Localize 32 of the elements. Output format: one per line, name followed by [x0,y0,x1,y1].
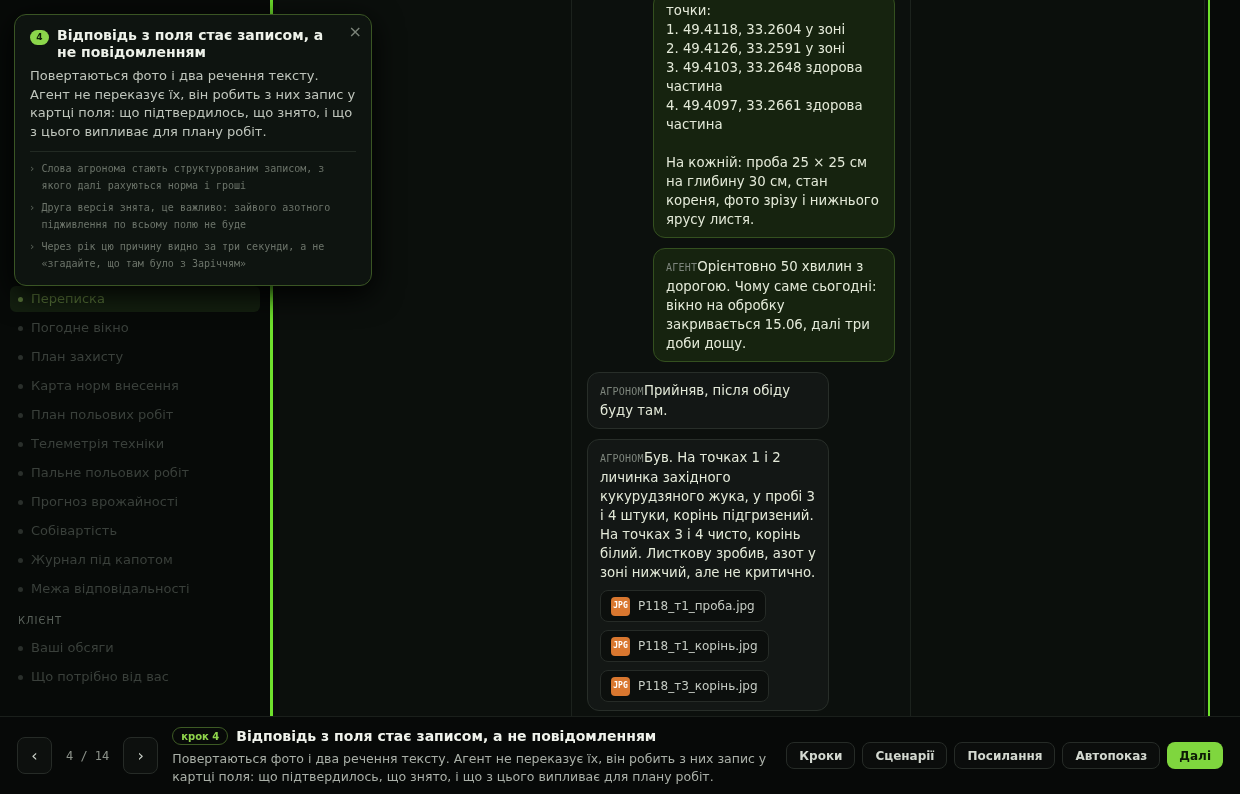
next-button[interactable]: › [123,737,159,774]
popover-point: Друга версія знята, це важливо: зайвого азотного підживлення по всьому полю не буде [41,201,332,232]
step-description: Повертаються фото і два речення тексту. Агент не переказує їх, він робить з них запис у картці поля: що підтвердилось, що знято, і що з цього випливає для плану робіт. [172,749,768,786]
toolbar-button[interactable]: Автопоказ [1062,742,1161,769]
previous-button[interactable]: ‹ [17,737,52,774]
file-type-icon: JPG [611,596,630,616]
step-number-badge: 4 [30,30,49,45]
chevron-icon: › [30,160,35,194]
toolbar-button[interactable]: Посилання [954,742,1056,769]
message-text: АГЕНТОрієнтовно 50 хвилин з дорогою. Чому саме сьогодні: вікно на обробку закривається 15.06, далі три доби дощу. [666,258,878,353]
popover-body: Повертаються фото і два речення тексту. Агент не переказує їх, він робить з них запис у картці поля: що підтвердилось, що знято, і що з цього випливає для плану робіт. [30,67,356,141]
sidebar-item[interactable]: Переписка [10,286,260,312]
attachment-chip[interactable]: JPG P118_т1_корінь.jpg [600,630,769,662]
file-type-icon: JPG [611,676,630,696]
chevron-icon: › [30,199,35,233]
popover-point: Слова агронома стають структурованим записом, з якого далі рахуються норма і гроші [41,162,326,193]
attachment-chip[interactable]: JPG P118_т1_проба.jpg [600,590,766,622]
step-title: Відповідь з поля стає записом, а не повідомленням [236,726,657,746]
section-label: КЛІЄНТ [17,614,64,628]
message-text: АГРОНОМБув. На точках 1 і 2 личинка західного кукурудзяного жука, у пробі 3 і 4 штуки, корінь підгризений. На точках 3 і 4 чисто, корінь білий. Листкову зробив, азот у зоні нижчий, але не критично. [600,449,816,582]
step-counter: 4 / 14 [65,747,110,765]
chevron-icon: › [30,238,35,272]
attachment-chip[interactable]: JPG P118_т3_корінь.jpg [600,670,769,702]
close-button[interactable]: × [348,20,362,44]
message-text: точки: 1. 49.4118, 33.2604 у зоні 2. 49.4126, 33.2591 у зоні 3. 49.4103, 33.2648 здорова частина 4. 49.4097, 33.2661 здорова частина На кожній: проба 25 × 25 см на глибину 30 см, стан кореня, фото зрізу і нижнього ярусу листя. [666,2,880,229]
primary-button[interactable]: Далі [1167,742,1223,769]
popover-point: Через рік цю причину видно за три секунди, а не «згадайте, що там було з Заріччям» [41,240,326,271]
toolbar-button[interactable]: Сценарії [862,742,948,769]
message-text: АГРОНОМПрийняв, після обіду буду там. [600,382,792,420]
popover-title: Відповідь з поля стає записом, а не повідомленням [57,27,325,61]
toolbar-button[interactable]: Кроки [786,742,856,769]
file-type-icon: JPG [611,636,630,656]
